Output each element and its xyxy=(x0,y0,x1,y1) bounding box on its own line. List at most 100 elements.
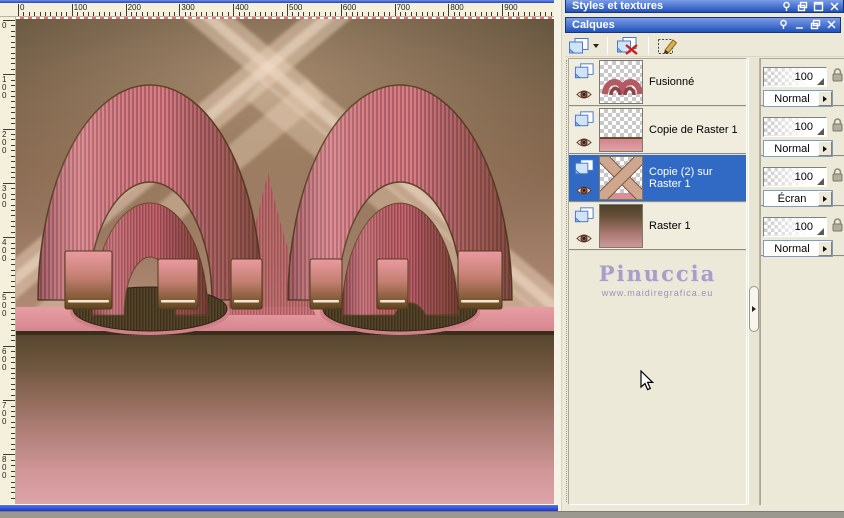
ruler-label: 800 xyxy=(450,3,464,12)
calques-minimize-button[interactable] xyxy=(793,19,805,30)
ruler-tick xyxy=(11,481,15,483)
panel-splitter[interactable] xyxy=(748,58,760,505)
blend-dropdown-button[interactable] xyxy=(818,241,832,256)
toolbar-separator xyxy=(648,36,649,55)
styles-maximize-button[interactable] xyxy=(812,1,824,12)
opacity-slider[interactable]: 100 xyxy=(763,117,827,137)
ruler-tick xyxy=(71,4,73,16)
ruler-tick xyxy=(303,12,305,16)
blend-dropdown-button[interactable] xyxy=(818,141,832,156)
layer-row[interactable]: Fusionné xyxy=(569,59,746,107)
ruler-tick xyxy=(421,12,423,16)
layer-lock[interactable] xyxy=(831,168,844,187)
layer-row[interactable]: Copie (2) sur Raster 1 xyxy=(569,155,746,203)
pin-icon xyxy=(782,1,790,11)
ruler-label: 4 0 0 xyxy=(2,238,7,264)
ruler-tick xyxy=(265,12,267,16)
blend-mode-dropdown[interactable]: Écran xyxy=(763,190,833,207)
ruler-tick xyxy=(11,193,15,195)
ruler-tick xyxy=(28,12,30,16)
layer-name: Copie de Raster 1 xyxy=(649,124,738,136)
ruler-tick xyxy=(11,378,15,380)
ruler-tick xyxy=(394,4,396,16)
window-edge-gap xyxy=(554,0,562,511)
ruler-tick xyxy=(11,389,15,391)
visibility-eye-icon xyxy=(576,90,592,99)
layer-type-icon xyxy=(574,110,595,133)
ruler-tick xyxy=(11,286,15,288)
ruler-tick xyxy=(437,12,439,16)
blend-dropdown-button[interactable] xyxy=(818,191,832,206)
ruler-tick xyxy=(168,12,170,16)
ruler-tick xyxy=(308,12,310,16)
visibility-toggle[interactable] xyxy=(576,87,592,105)
ruler-tick xyxy=(11,438,15,440)
ruler-tick xyxy=(11,258,15,260)
splitter-handle[interactable] xyxy=(749,286,759,332)
opacity-slider-handle[interactable] xyxy=(817,228,824,235)
blend-mode-dropdown[interactable]: Normal xyxy=(763,140,833,157)
calques-pin-button[interactable] xyxy=(777,19,789,30)
lock-icon xyxy=(832,168,843,182)
dropdown-arrow-icon xyxy=(823,245,827,252)
layer-lock[interactable] xyxy=(831,118,844,137)
ruler-tick xyxy=(287,4,288,16)
calques-restore-button[interactable] xyxy=(809,19,821,30)
ruler-tick xyxy=(270,12,272,16)
ruler-tick xyxy=(11,443,15,445)
blend-mode-value: Normal xyxy=(774,142,810,155)
ruler-tick xyxy=(11,36,15,38)
layer-row[interactable]: Raster 1 xyxy=(569,203,746,251)
ruler-label: 700 xyxy=(396,3,410,12)
ruler-label: 0 xyxy=(2,21,7,30)
visibility-toggle[interactable] xyxy=(576,183,592,201)
visibility-toggle[interactable] xyxy=(576,135,592,153)
ruler-tick xyxy=(217,12,219,16)
watermark-name: Pinuccia xyxy=(598,261,717,286)
opacity-slider[interactable]: 100 xyxy=(763,217,827,237)
opacity-slider[interactable]: 100 xyxy=(763,67,827,87)
new-layer-button[interactable] xyxy=(565,36,602,56)
ruler-tick xyxy=(529,12,531,16)
ruler-tick xyxy=(545,12,547,16)
ruler-tick xyxy=(416,12,418,16)
ruler-tick xyxy=(11,215,15,217)
styles-pin-button[interactable] xyxy=(780,1,792,12)
ruler-tick xyxy=(11,139,15,141)
layer-row[interactable]: Copie de Raster 1 xyxy=(569,107,746,155)
ruler-tick xyxy=(82,12,84,16)
layer-properties-block: 100 Normal xyxy=(761,209,844,257)
blend-mode-dropdown[interactable]: Normal xyxy=(763,90,833,107)
ruler-label: 900 xyxy=(504,3,518,12)
image-canvas[interactable] xyxy=(0,0,723,504)
ruler-tick xyxy=(11,101,15,103)
blend-mode-dropdown[interactable]: Normal xyxy=(763,240,833,257)
visibility-toggle[interactable] xyxy=(576,231,592,249)
calques-close-button[interactable] xyxy=(825,19,837,30)
restore-icon xyxy=(810,19,820,30)
layer-lock[interactable] xyxy=(831,218,844,237)
styles-close-button[interactable] xyxy=(828,1,840,12)
ruler-tick xyxy=(459,12,461,16)
styles-restore-button[interactable] xyxy=(796,1,808,12)
opacity-slider-handle[interactable] xyxy=(817,78,824,85)
panel-drag-grip[interactable] xyxy=(566,60,567,502)
dropdown-arrow-icon[interactable] xyxy=(593,43,599,48)
ruler-tick xyxy=(190,12,192,16)
blend-dropdown-button[interactable] xyxy=(818,91,832,106)
ruler-tick xyxy=(405,12,407,16)
opacity-slider-handle[interactable] xyxy=(817,128,824,135)
styles-textures-titlebar[interactable]: Styles et textures xyxy=(565,0,844,13)
calques-titlebar[interactable]: Calques xyxy=(565,17,841,33)
layer-lock[interactable] xyxy=(831,68,844,87)
opacity-slider[interactable]: 100 xyxy=(763,167,827,187)
ruler-tick xyxy=(475,12,477,16)
edit-selection-button[interactable] xyxy=(654,36,682,56)
layer-name: Fusionné xyxy=(649,76,695,88)
delete-layer-button[interactable] xyxy=(613,36,643,56)
splitter-arrow-icon xyxy=(752,306,756,312)
ruler-tick xyxy=(66,12,68,16)
opacity-slider-handle[interactable] xyxy=(817,178,824,185)
ruler-tick xyxy=(11,226,15,228)
ruler-tick xyxy=(11,324,15,326)
